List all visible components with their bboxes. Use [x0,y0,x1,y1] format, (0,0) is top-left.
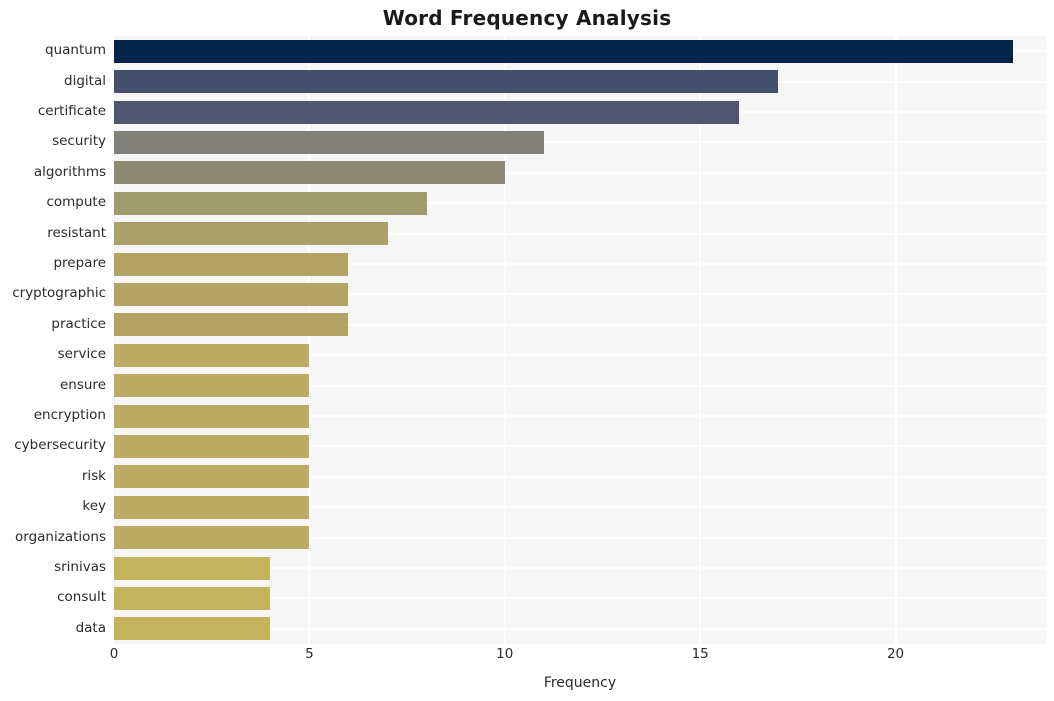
bar-row [114,39,1046,63]
y-tick-label-data: data [75,619,106,636]
bar-cybersecurity[interactable] [114,434,310,458]
x-tick-label-5: 5 [305,646,314,662]
bar-row [114,617,1046,641]
chart-title: Word Frequency Analysis [382,6,672,30]
y-tick-label-organizations: organizations [15,528,106,545]
bar-consult[interactable] [114,586,271,610]
bar-row [114,374,1046,398]
bar-row [114,161,1046,185]
x-tick-label-15: 15 [691,646,709,662]
x-tick-label-0: 0 [109,646,119,662]
bar-digital[interactable] [114,70,779,94]
x-tick-label-20: 20 [886,646,905,662]
word-frequency-chart: Word Frequency Analysis quantum digital ce… [0,0,1054,701]
bar-row [114,586,1046,610]
bar-compute[interactable] [114,191,427,215]
y-tick-label-cryptographic: cryptographic [12,285,106,302]
y-tick-label-practice: practice [51,315,106,332]
bar-algorithms[interactable] [114,161,505,185]
y-tick-label-encryption: encryption [33,407,106,423]
bar-row [114,191,1046,215]
y-tick-label-digital: digital [64,72,106,89]
bar-organizations[interactable] [114,526,310,550]
bar-row [114,282,1046,306]
bar-practice[interactable] [114,313,349,337]
y-tick-label-srinivas: srinivas [54,559,106,575]
bar-row [114,343,1046,367]
bar-row [114,556,1046,580]
y-tick-label-resistant: resistant [47,224,106,241]
bar-row [114,130,1046,154]
bar-row [114,100,1046,124]
bar-prepare[interactable] [114,252,349,276]
y-tick-label-quantum: quantum [45,42,106,59]
bar-security[interactable] [114,130,544,154]
plot-area [114,36,1046,644]
bar-ensure[interactable] [114,374,310,398]
bar-row [114,252,1046,276]
bar-row [114,495,1046,519]
y-tick-label-risk: risk [81,467,106,484]
x-axis-title: Frequency [543,675,617,691]
y-tick-label-cybersecurity: cybersecurity [14,437,106,454]
x-axis-tick-labels: 0 5 10 15 20 [0,646,1054,670]
bar-row [114,526,1046,550]
y-tick-label-service: service [57,346,106,363]
bar-quantum[interactable] [114,39,1013,63]
y-tick-label-algorithms: algorithms [33,163,106,180]
bar-resistant[interactable] [114,222,388,246]
bar-data[interactable] [114,617,271,641]
y-tick-label-compute: compute [46,194,106,211]
bar-srinivas[interactable] [114,556,271,580]
bar-row [114,465,1046,489]
bar-key[interactable] [114,495,310,519]
bar-certificate[interactable] [114,100,740,124]
y-tick-label-ensure: ensure [59,376,106,393]
bar-service[interactable] [114,343,310,367]
bar-row [114,404,1046,428]
bar-encryption[interactable] [114,404,310,428]
x-tick-label-10: 10 [496,646,514,662]
bars-layer [114,36,1046,644]
bar-cryptographic[interactable] [114,282,349,306]
y-tick-label-certificate: certificate [37,103,106,119]
bar-row [114,222,1046,246]
y-axis-tick-labels: quantum digital certificate security algorit… [0,36,106,644]
bar-row [114,434,1046,458]
bar-row [114,70,1046,94]
y-tick-label-consult: consult [57,589,106,606]
y-tick-label-prepare: prepare [53,255,106,271]
bar-row [114,313,1046,337]
y-tick-label-key: key [82,498,106,515]
bar-risk[interactable] [114,465,310,489]
y-tick-label-security: security [52,133,106,150]
